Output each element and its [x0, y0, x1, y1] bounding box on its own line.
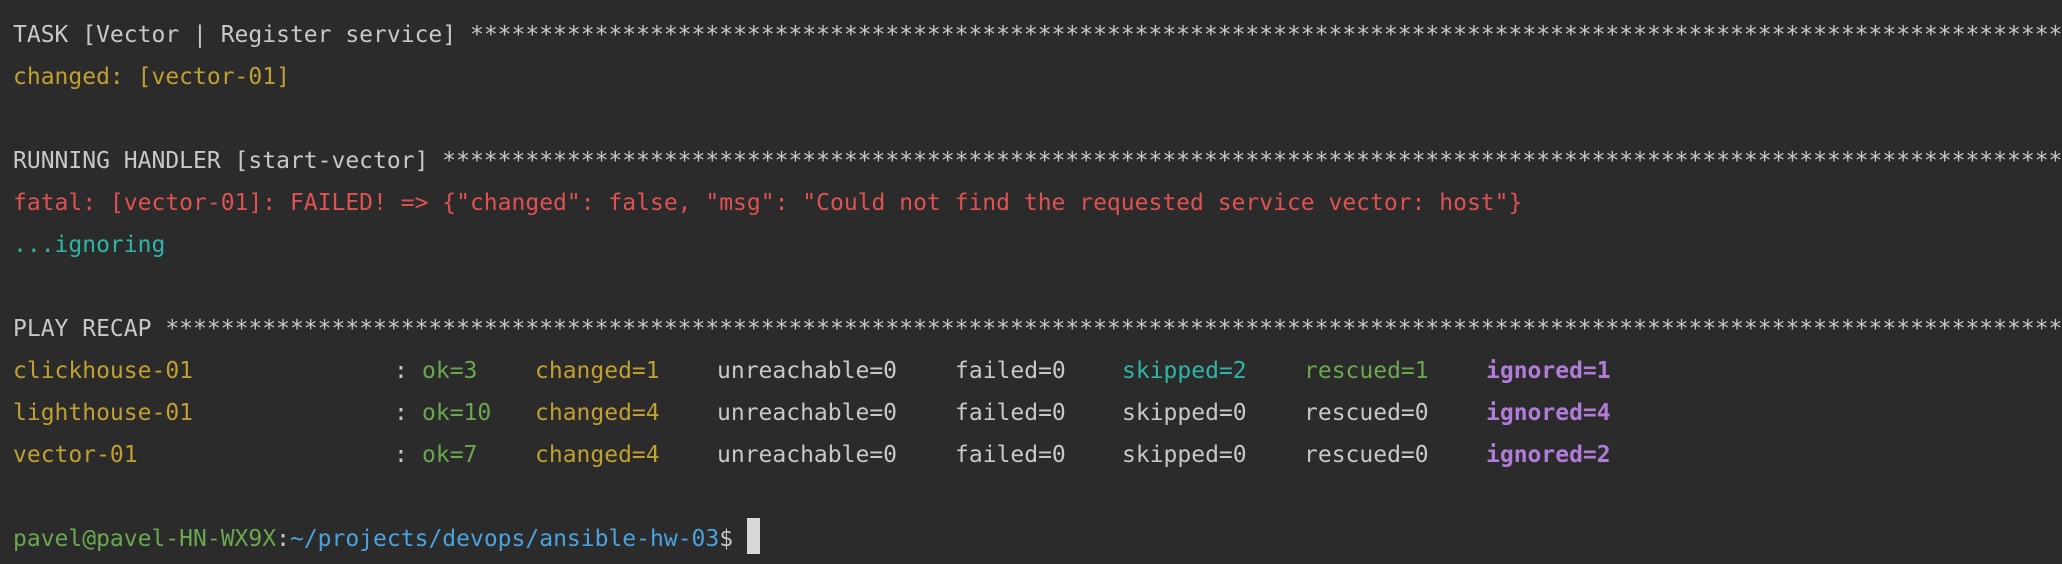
task-header-label: TASK [Vector | Register service]: [13, 22, 470, 48]
task-result-line: changed: [vector-01]: [13, 64, 290, 90]
recap-colon: :: [394, 358, 408, 384]
recap-ok: ok=3: [422, 358, 478, 384]
recap-rescued: rescued=0: [1304, 442, 1429, 468]
recap-host: lighthouse-01: [13, 400, 194, 426]
recap-ok: ok=7: [422, 442, 478, 468]
recap-rescued: rescued=0: [1304, 400, 1429, 426]
terminal-output[interactable]: TASK [Vector | Register service] *******…: [0, 0, 2062, 564]
recap-ignored: ignored=4: [1486, 400, 1611, 426]
prompt-separator: :: [276, 526, 290, 552]
handler-ignoring-line: ...ignoring: [13, 232, 166, 258]
task-header-line: TASK [Vector | Register service] *******…: [13, 14, 2062, 56]
recap-row-clickhouse-01: clickhouse-01 : ok=3 changed=1 unreachab…: [13, 350, 2062, 392]
recap-changed: changed=4: [535, 400, 660, 426]
task-header-stars: ****************************************…: [469, 22, 2062, 48]
recap-ignored: ignored=2: [1486, 442, 1611, 468]
recap-failed: failed=0: [955, 358, 1066, 384]
handler-header-stars: ****************************************…: [442, 148, 2062, 174]
recap-changed: changed=4: [535, 442, 660, 468]
text-cursor[interactable]: [747, 518, 761, 554]
recap-header-stars: ****************************************…: [165, 316, 2062, 342]
handler-error-line: fatal: [vector-01]: FAILED! => {"changed…: [13, 190, 1523, 216]
recap-row-vector-01: vector-01 : ok=7 changed=4 unreachable=0…: [13, 434, 2062, 476]
handler-header-line: RUNNING HANDLER [start-vector] *********…: [13, 140, 2062, 182]
shell-prompt[interactable]: pavel@pavel-HN-WX9X:~/projects/devops/an…: [13, 518, 2062, 560]
recap-header-line: PLAY RECAP *****************************…: [13, 308, 2062, 350]
recap-host: vector-01: [13, 442, 138, 468]
prompt-user-host: pavel@pavel-HN-WX9X: [13, 526, 277, 552]
prompt-symbol: $: [719, 526, 734, 552]
prompt-path: ~/projects/devops/ansible-hw-03: [289, 526, 720, 552]
recap-rescued: rescued=1: [1304, 358, 1429, 384]
recap-unreachable: unreachable=0: [717, 442, 898, 468]
recap-unreachable: unreachable=0: [717, 400, 898, 426]
recap-failed: failed=0: [955, 400, 1066, 426]
recap-unreachable: unreachable=0: [717, 358, 898, 384]
recap-skipped: skipped=2: [1122, 358, 1247, 384]
recap-row-lighthouse-01: lighthouse-01 : ok=10 changed=4 unreacha…: [13, 392, 2062, 434]
recap-colon: :: [394, 400, 408, 426]
recap-skipped: skipped=0: [1122, 400, 1247, 426]
recap-colon: :: [394, 442, 408, 468]
recap-skipped: skipped=0: [1122, 442, 1247, 468]
handler-header-label: RUNNING HANDLER [start-vector]: [13, 148, 443, 174]
recap-host: clickhouse-01: [13, 358, 194, 384]
recap-header-label: PLAY RECAP: [13, 316, 166, 342]
recap-ok: ok=10: [422, 400, 492, 426]
recap-failed: failed=0: [955, 442, 1066, 468]
recap-ignored: ignored=1: [1486, 358, 1611, 384]
recap-changed: changed=1: [535, 358, 660, 384]
